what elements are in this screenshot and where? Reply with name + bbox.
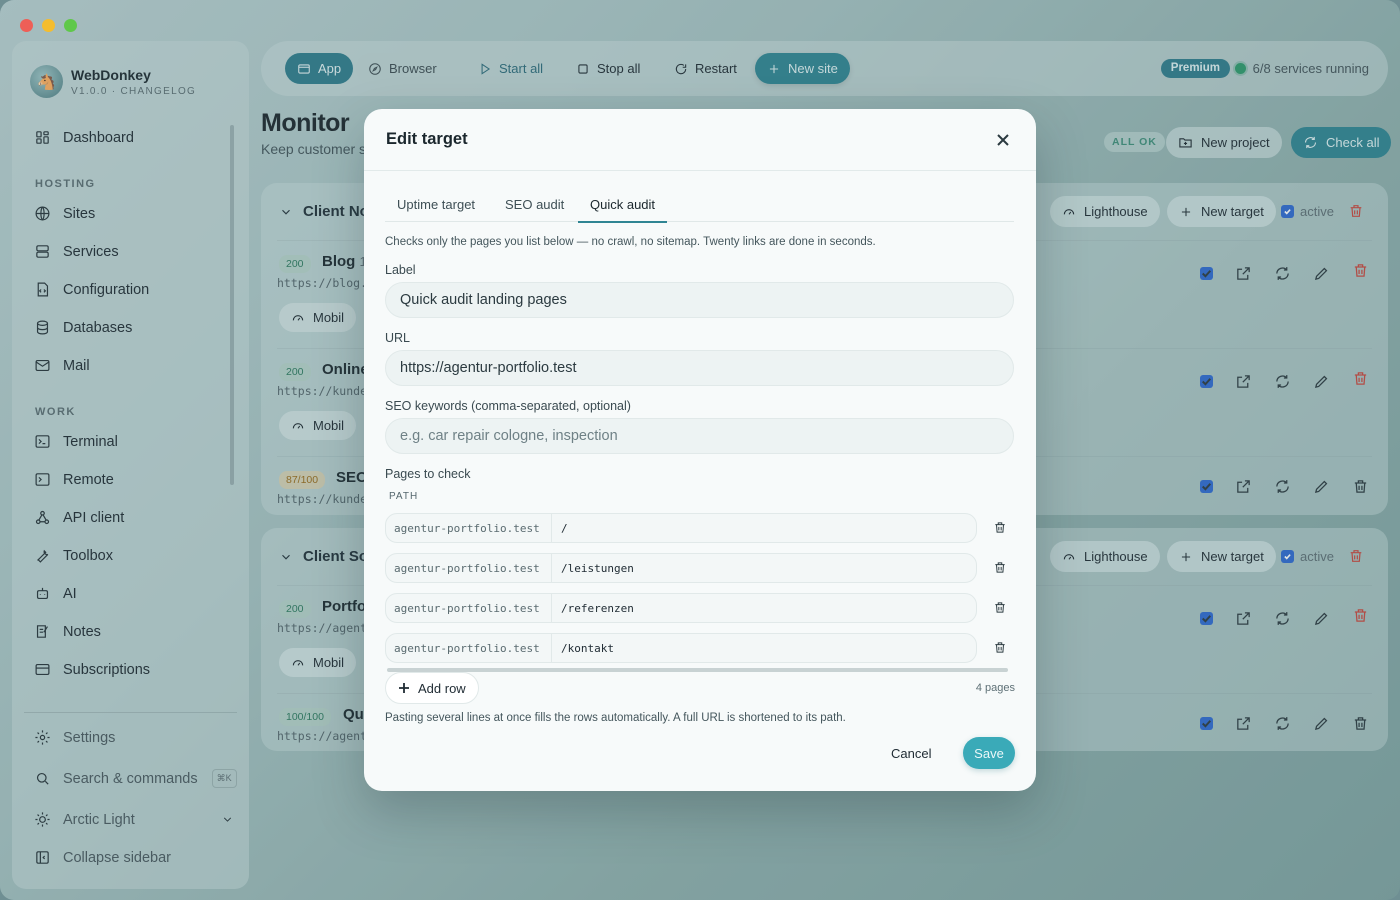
app-window: 🐴 WebDonkey V1.0.0 · CHANGELOG Dashboard… xyxy=(0,0,1400,900)
close-window-button[interactable] xyxy=(20,19,33,32)
page-host: agentur-portfolio.test xyxy=(386,554,552,582)
trash-icon xyxy=(995,602,1005,613)
page-row: agentur-portfolio.test /kontakt xyxy=(385,633,977,663)
tab-seo-audit[interactable]: SEO audit xyxy=(493,197,576,221)
close-icon xyxy=(997,134,1009,146)
trash-icon xyxy=(995,522,1005,533)
url-field-label: URL xyxy=(385,331,411,345)
window-controls xyxy=(20,19,77,32)
page-host: agentur-portfolio.test xyxy=(386,594,552,622)
keywords-input[interactable] xyxy=(385,418,1014,454)
cancel-button[interactable]: Cancel xyxy=(891,746,931,761)
tab-uptime-target[interactable]: Uptime target xyxy=(385,197,487,221)
paste-hint: Pasting several lines at once fills the … xyxy=(385,712,846,724)
tab-quick-audit[interactable]: Quick audit xyxy=(578,197,668,223)
page-row: agentur-portfolio.test /leistungen xyxy=(385,553,977,583)
label-input[interactable] xyxy=(385,282,1014,318)
trash-icon xyxy=(995,642,1005,653)
plus-icon xyxy=(399,683,409,693)
minimize-window-button[interactable] xyxy=(42,19,55,32)
edit-target-dialog: Edit target Uptime target SEO audit Quic… xyxy=(364,109,1036,791)
pages-scrollbar[interactable] xyxy=(387,668,1008,672)
dialog-tabs: Uptime target SEO audit Quick audit xyxy=(385,192,1014,223)
page-row: agentur-portfolio.test /referenzen xyxy=(385,593,977,623)
trash-icon xyxy=(995,562,1005,573)
zoom-window-button[interactable] xyxy=(64,19,77,32)
delete-row-button[interactable] xyxy=(993,640,1007,655)
url-input[interactable] xyxy=(385,350,1014,386)
close-dialog-button[interactable] xyxy=(996,133,1010,147)
pages-field-label: Pages to check xyxy=(385,467,471,481)
page-path-input[interactable]: / xyxy=(552,514,976,542)
add-row-button[interactable]: Add row xyxy=(385,672,479,704)
dialog-title: Edit target xyxy=(386,130,468,148)
page-row: agentur-portfolio.test / xyxy=(385,513,977,543)
dialog-header: Edit target xyxy=(364,109,1036,171)
delete-row-button[interactable] xyxy=(993,600,1007,615)
page-host: agentur-portfolio.test xyxy=(386,634,552,662)
page-count: 4 pages xyxy=(975,682,1015,694)
page-path-input[interactable]: /kontakt xyxy=(552,634,976,662)
tab-description: Checks only the pages you list below — n… xyxy=(385,236,876,248)
add-row-label: Add row xyxy=(418,680,466,696)
page-host: agentur-portfolio.test xyxy=(386,514,552,542)
page-path-input[interactable]: /referenzen xyxy=(552,594,976,622)
label-field-label: Label xyxy=(385,263,416,277)
page-path-input[interactable]: /leistungen xyxy=(552,554,976,582)
path-column-header: PATH xyxy=(389,491,419,502)
save-button[interactable]: Save xyxy=(963,737,1015,769)
keywords-field-label: SEO keywords (comma-separated, optional) xyxy=(385,399,631,413)
delete-row-button[interactable] xyxy=(993,560,1007,575)
delete-row-button[interactable] xyxy=(993,520,1007,535)
